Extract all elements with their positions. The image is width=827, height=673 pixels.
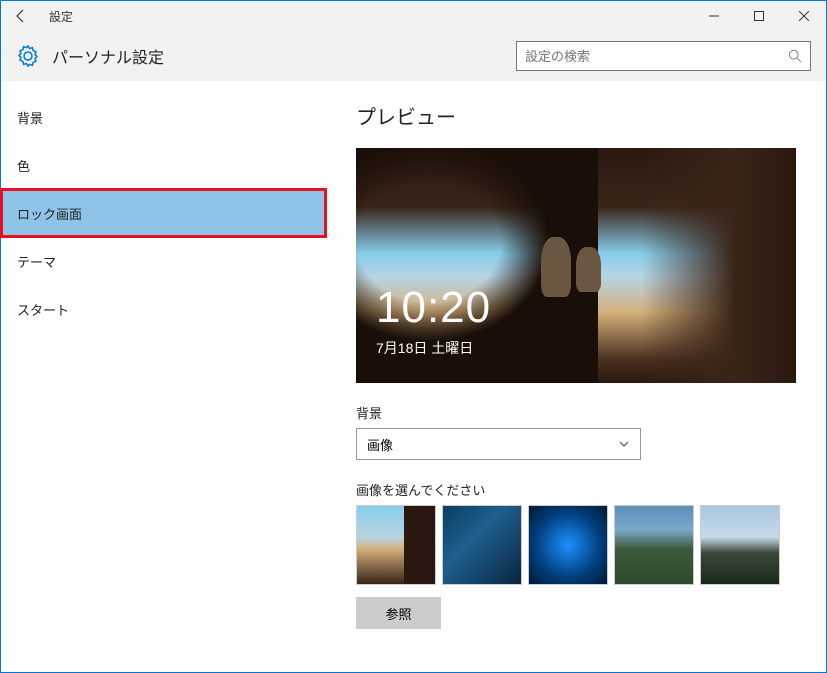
background-label: 背景	[356, 403, 796, 422]
image-thumbnail[interactable]	[700, 505, 780, 585]
preview-rock-icon	[541, 237, 571, 297]
content: プレビュー 10:20 7月18日 土曜日 背景 画像 画像を選んでください 参	[326, 81, 826, 672]
back-button[interactable]	[1, 1, 41, 31]
sidebar-item-background[interactable]: 背景	[1, 93, 326, 141]
sidebar-item-start[interactable]: スタート	[1, 285, 326, 333]
page-title: パーソナル設定	[52, 44, 164, 68]
sidebar: 背景 色 ロック画面 テーマ スタート	[1, 81, 326, 672]
settings-window: 設定 パーソナル設定 背景 色	[0, 0, 827, 673]
arrow-left-icon	[13, 8, 29, 24]
lockscreen-date: 7月18日 土曜日	[376, 338, 473, 358]
search-input[interactable]	[525, 49, 788, 64]
choose-image-label: 画像を選んでください	[356, 480, 796, 499]
close-button[interactable]	[781, 1, 826, 31]
minimize-button[interactable]	[691, 1, 736, 31]
browse-button[interactable]: 参照	[356, 597, 441, 629]
maximize-icon	[754, 11, 764, 21]
image-thumbnail[interactable]	[528, 505, 608, 585]
close-icon	[799, 11, 809, 21]
maximize-button[interactable]	[736, 1, 781, 31]
image-thumbnail[interactable]	[442, 505, 522, 585]
header: パーソナル設定	[1, 31, 826, 81]
sidebar-item-label: スタート	[17, 300, 69, 319]
image-thumbnail[interactable]	[356, 505, 436, 585]
preview-rock-icon	[576, 247, 601, 292]
sidebar-item-lockscreen[interactable]: ロック画面	[1, 189, 326, 237]
sidebar-item-label: 色	[17, 156, 30, 175]
image-thumbnails	[356, 505, 796, 585]
header-left: パーソナル設定	[16, 44, 164, 68]
sidebar-item-color[interactable]: 色	[1, 141, 326, 189]
gear-icon	[16, 44, 40, 68]
minimize-icon	[709, 11, 719, 21]
search-icon	[788, 49, 802, 63]
sidebar-item-label: ロック画面	[17, 204, 82, 223]
select-value: 画像	[367, 435, 393, 454]
chevron-down-icon	[618, 438, 630, 450]
lockscreen-preview: 10:20 7月18日 土曜日	[356, 148, 796, 383]
image-thumbnail[interactable]	[614, 505, 694, 585]
preview-heading: プレビュー	[356, 101, 796, 130]
sidebar-item-label: 背景	[17, 108, 43, 127]
body: 背景 色 ロック画面 テーマ スタート プレビュー 10:20 7月18日 土曜…	[1, 81, 826, 672]
background-select[interactable]: 画像	[356, 428, 641, 460]
sidebar-item-theme[interactable]: テーマ	[1, 237, 326, 285]
search-box[interactable]	[516, 41, 811, 71]
sidebar-item-label: テーマ	[17, 252, 56, 271]
window-controls	[691, 1, 826, 31]
titlebar: 設定	[1, 1, 826, 31]
window-title: 設定	[49, 8, 73, 25]
lockscreen-time: 10:20	[376, 283, 491, 333]
